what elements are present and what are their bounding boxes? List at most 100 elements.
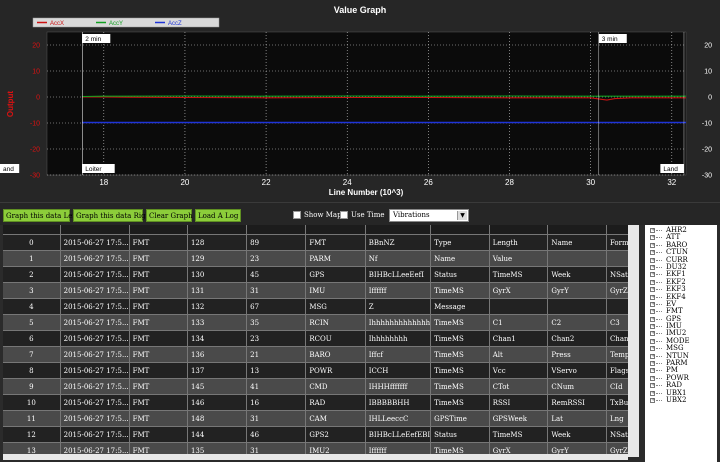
table-cell: Week (547, 266, 607, 283)
grid-header-cell[interactable] (489, 225, 549, 235)
tree-item[interactable]: + EKF4 (645, 293, 717, 301)
table-row[interactable]: 2 2015-06-27 17:5... FMT 130 45 GPS BIHBcLLeeE… (3, 266, 639, 283)
tree-item[interactable]: + PARM (645, 359, 717, 367)
expand-icon[interactable]: + (650, 361, 655, 367)
expand-icon[interactable]: + (650, 250, 655, 256)
grid-header-cell[interactable] (246, 225, 307, 235)
value-graph-canvas[interactable]: Value Graph AccX AccY AccZ 20100-10-20-30 … (0, 0, 720, 202)
grid-header-cell[interactable] (187, 225, 248, 235)
use-time-checkbox[interactable] (340, 211, 348, 219)
graph-left-button[interactable]: Graph this data Left (3, 209, 78, 222)
load-log-button[interactable]: Load A Log (195, 209, 241, 222)
table-cell: FMT (305, 234, 366, 251)
table-cell: BARO (305, 346, 366, 363)
graph-right-button[interactable]: Graph this data Right (73, 209, 153, 222)
table-cell: CMD (305, 378, 366, 395)
table-row[interactable]: 0 2015-06-27 17:5... FMT 128 89 FMT BBnNZ Type L… (3, 234, 639, 251)
grid-header-cell[interactable] (430, 225, 490, 235)
grid-header-cell[interactable] (3, 225, 61, 235)
table-cell: FMT (129, 298, 188, 315)
grid-header-row (3, 225, 639, 235)
expand-icon[interactable]: + (650, 294, 655, 300)
table-cell: GPSWeek (489, 410, 549, 427)
table-cell: 145 (187, 378, 248, 395)
table-cell: RSSI (489, 394, 549, 411)
table-row[interactable]: 11 2015-06-27 17:5... FMT 148 31 CAM IHLLeeccC… (3, 410, 639, 427)
table-cell: 16 (246, 394, 307, 411)
table-cell: Alt (489, 346, 549, 363)
expand-icon[interactable]: + (650, 397, 655, 403)
expand-icon[interactable]: + (650, 301, 655, 307)
grid-header-cell[interactable] (60, 225, 130, 235)
expand-icon[interactable]: + (650, 316, 655, 322)
table-row[interactable]: 12 2015-06-27 17:5... FMT 144 46 GPS2 BIHBcLLe… (3, 426, 639, 443)
table-row[interactable]: 7 2015-06-27 17:5... FMT 136 21 BARO Iffcf Time… (3, 346, 639, 363)
expand-icon[interactable]: + (650, 235, 655, 241)
row-index-cell: 6 (3, 330, 61, 347)
table-cell: IMU (305, 282, 366, 299)
table-cell: MSG (305, 298, 366, 315)
table-cell: FMT (129, 378, 188, 395)
grid-horizontal-scrollbar[interactable] (3, 454, 628, 460)
expand-icon[interactable]: + (650, 346, 655, 352)
tree-connector (656, 289, 662, 291)
table-row[interactable]: 1 2015-06-27 17:5... FMT 129 23 PARM Nf Name Val… (3, 250, 639, 267)
expand-icon[interactable]: + (650, 242, 655, 248)
show-map-checkbox[interactable] (293, 211, 301, 219)
grid-vertical-scrollbar[interactable] (628, 225, 639, 457)
show-map-label: Show Map (304, 211, 342, 219)
tree-item[interactable]: + AHR2 (645, 226, 717, 234)
clear-graph-button[interactable]: Clear Graph (146, 209, 193, 222)
tree-connector (656, 281, 662, 283)
table-cell: BBnNZ (365, 234, 432, 251)
table-row[interactable]: 9 2015-06-27 17:5... FMT 145 41 CMD IHHHffffff… (3, 378, 639, 395)
tree-connector (656, 399, 662, 401)
expand-icon[interactable]: + (650, 228, 655, 233)
plot-area[interactable] (46, 31, 687, 176)
expand-icon[interactable]: + (650, 375, 655, 381)
y-tick-label-left: -10 (30, 121, 40, 128)
tree-connector (656, 296, 662, 298)
log-data-grid[interactable]: 0 2015-06-27 17:5... FMT 128 89 FMT BBnNZ Type L… (3, 225, 639, 457)
tree-item[interactable]: + UBX2 (645, 396, 717, 404)
table-cell: 45 (246, 266, 307, 283)
y-tick-label-right: 10 (704, 69, 712, 76)
tree-connector (656, 385, 662, 387)
table-row[interactable]: 10 2015-06-27 17:5... FMT 146 16 RAD IBBBBBHH T… (3, 394, 639, 411)
expand-icon[interactable]: + (650, 368, 655, 374)
grid-header-cell[interactable] (547, 225, 607, 235)
table-row[interactable]: 8 2015-06-27 17:5... FMT 137 13 POWR ICCH TimeM… (3, 362, 639, 379)
expand-icon[interactable]: + (650, 324, 655, 330)
table-cell: Name (430, 250, 490, 267)
message-tree[interactable]: + AHR2 + ATT + BARO + CTUN + CURR + DU32 + EKF1 + EKF2 +… (645, 225, 717, 462)
row-index-cell: 1 (3, 250, 61, 267)
expand-icon[interactable]: + (650, 338, 655, 344)
value-graph[interactable]: Value Graph AccX AccY AccZ 20 10 0 -10 -20 -30 … (0, 0, 720, 202)
table-cell: Z (365, 298, 432, 315)
expand-icon[interactable]: + (650, 331, 655, 337)
expand-icon[interactable]: + (650, 353, 655, 359)
expand-icon[interactable]: + (650, 390, 655, 396)
grid-header-cell[interactable] (365, 225, 432, 235)
table-row[interactable]: 6 2015-06-27 17:5... FMT 134 23 RCOU Ihhhhhhhh… (3, 330, 639, 347)
expand-icon[interactable]: + (650, 257, 655, 263)
expand-icon[interactable]: + (650, 264, 655, 270)
tree-connector (656, 363, 662, 365)
expand-icon[interactable]: + (650, 383, 655, 389)
message-type-dropdown[interactable]: Vibrations ▼ (389, 209, 469, 222)
table-cell: 137 (187, 362, 248, 379)
chevron-down-icon[interactable]: ▼ (457, 211, 467, 220)
table-row[interactable]: 4 2015-06-27 17:5... FMT 132 67 MSG Z Message (3, 298, 639, 315)
grid-header-cell[interactable] (305, 225, 366, 235)
expand-icon[interactable]: + (650, 287, 655, 293)
table-row[interactable]: 5 2015-06-27 17:5... FMT 133 35 RCIN Ihhhhhhhh… (3, 314, 639, 331)
table-row[interactable]: 3 2015-06-27 17:5... FMT 131 31 IMU Iffffff Tim… (3, 282, 639, 299)
expand-icon[interactable]: + (650, 279, 655, 285)
expand-icon[interactable]: + (650, 272, 655, 278)
tree-connector (656, 259, 662, 261)
expand-icon[interactable]: + (650, 309, 655, 315)
grid-header-cell[interactable] (129, 225, 188, 235)
x-tick-label: 30 (586, 178, 595, 187)
log-toolbar: Graph this data Left Graph this data Rig… (0, 202, 720, 225)
marker-label: Land (663, 166, 678, 173)
